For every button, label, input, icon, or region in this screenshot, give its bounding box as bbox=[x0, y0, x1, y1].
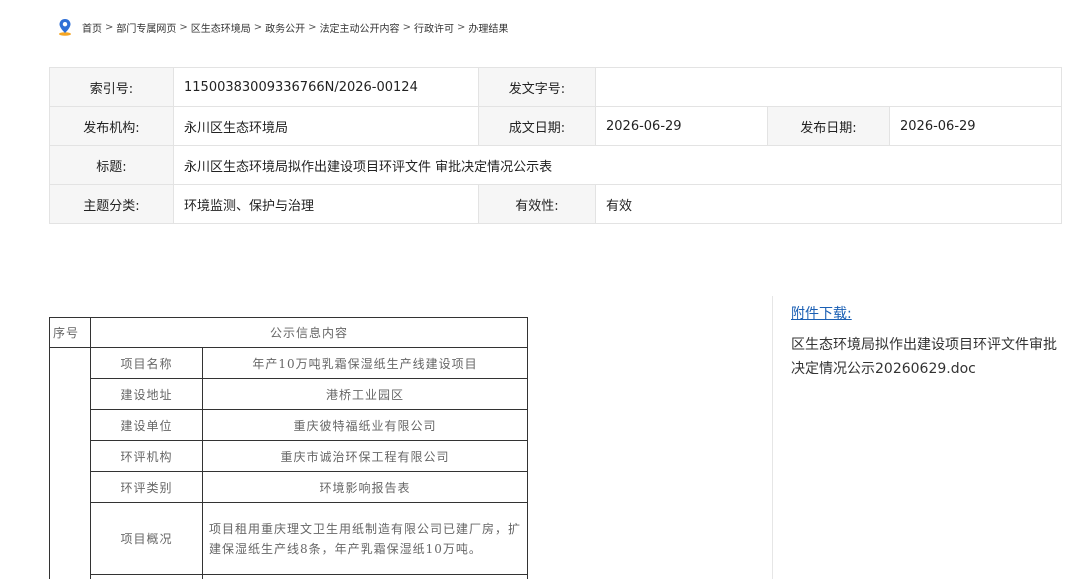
breadcrumb-separator: > bbox=[456, 21, 466, 33]
row-label: 建设单位 bbox=[90, 409, 203, 441]
row-value: 环境影响报告表 bbox=[201, 471, 529, 503]
table-row: 环评类别 环境影响报告表 bbox=[50, 471, 529, 503]
row-label: 环评类别 bbox=[90, 471, 203, 503]
content-header: 公示信息内容 bbox=[89, 317, 529, 348]
row-value bbox=[201, 574, 529, 579]
title-label: 标题: bbox=[49, 145, 174, 185]
row-label bbox=[90, 574, 203, 579]
meta-row-publisher: 发布机构: 永川区生态环境局 成文日期: 2026-06-29 发布日期: 20… bbox=[49, 106, 1062, 146]
location-pin-icon bbox=[59, 19, 71, 36]
attachment-panel: 附件下载: 区生态环境局拟作出建设项目环评文件审批决定情况公示20260629.… bbox=[791, 303, 1061, 381]
breadcrumb-department-pages[interactable]: 部门专属网页 bbox=[116, 20, 176, 35]
row-value: 重庆彼特福纸业有限公司 bbox=[201, 409, 529, 441]
title-value: 永川区生态环境局拟作出建设项目环评文件 审批决定情况公示表 bbox=[173, 145, 1062, 185]
row-value: 年产10万吨乳霜保湿纸生产线建设项目 bbox=[201, 347, 529, 379]
attachment-file-link[interactable]: 区生态环境局拟作出建设项目环评文件审批决定情况公示20260629.doc bbox=[791, 333, 1061, 381]
sequence-header: 序号 bbox=[49, 317, 91, 348]
notice-header-row: 序号 公示信息内容 bbox=[49, 317, 529, 348]
meta-row-title: 标题: 永川区生态环境局拟作出建设项目环评文件 审批决定情况公示表 bbox=[49, 145, 1062, 185]
breadcrumb: 首页 > 部门专属网页 > 区生态环境局 > 政务公开 > 法定主动公开内容 >… bbox=[58, 17, 508, 37]
table-row: 环评机构 重庆市诚治环保工程有限公司 bbox=[50, 440, 529, 472]
breadcrumb-eco-bureau[interactable]: 区生态环境局 bbox=[191, 20, 251, 35]
row-label: 环评机构 bbox=[90, 440, 203, 472]
row-label: 建设地址 bbox=[90, 378, 203, 410]
row-label: 项目概况 bbox=[90, 502, 203, 575]
table-row: 项目名称 年产10万吨乳霜保湿纸生产线建设项目 bbox=[49, 347, 529, 579]
publisher-label: 发布机构: bbox=[49, 106, 174, 146]
breadcrumb-statutory-content[interactable]: 法定主动公开内容 bbox=[320, 20, 400, 35]
table-row: 建设单位 重庆彼特福纸业有限公司 bbox=[50, 409, 529, 441]
sequence-cell bbox=[49, 347, 91, 579]
created-date-value: 2026-06-29 bbox=[595, 106, 768, 146]
table-row bbox=[50, 574, 529, 579]
created-date-label: 成文日期: bbox=[478, 106, 596, 146]
breadcrumb-separator: > bbox=[105, 21, 114, 33]
breadcrumb-separator: > bbox=[308, 21, 317, 33]
table-row: 项目概况 项目租用重庆理文卫生用纸制造有限公司已建厂房，扩建保湿纸生产线8条，年… bbox=[50, 502, 529, 575]
published-date-label: 发布日期: bbox=[767, 106, 890, 146]
breadcrumb-separator: > bbox=[179, 21, 188, 33]
table-row: 建设地址 港桥工业园区 bbox=[50, 378, 529, 410]
publisher-value: 永川区生态环境局 bbox=[173, 106, 479, 146]
public-notice-table: 序号 公示信息内容 项目名称 年产10万吨乳霜保湿纸生产线建设项目 建设地址 港… bbox=[49, 317, 529, 579]
meta-row-index: 索引号: 11500383009336766N/2026-00124 发文字号: bbox=[49, 67, 1062, 107]
published-date-value: 2026-06-29 bbox=[889, 106, 1062, 146]
document-number-value bbox=[595, 67, 1062, 107]
topic-value: 环境监测、保护与治理 bbox=[173, 184, 479, 224]
breadcrumb-separator: > bbox=[253, 21, 263, 33]
row-value: 重庆市诚治环保工程有限公司 bbox=[201, 440, 529, 472]
document-number-label: 发文字号: bbox=[478, 67, 596, 107]
row-value: 港桥工业园区 bbox=[201, 378, 529, 410]
validity-label: 有效性: bbox=[478, 184, 596, 224]
attachment-download-link[interactable]: 附件下载: bbox=[791, 303, 852, 323]
sidebar-divider bbox=[772, 296, 773, 579]
validity-value: 有效 bbox=[595, 184, 1062, 224]
meta-row-topic: 主题分类: 环境监测、保护与治理 有效性: 有效 bbox=[49, 184, 1062, 224]
breadcrumb-separator: > bbox=[402, 21, 411, 33]
row-label: 项目名称 bbox=[90, 347, 203, 379]
index-number-value: 11500383009336766N/2026-00124 bbox=[173, 67, 479, 107]
index-number-label: 索引号: bbox=[49, 67, 174, 107]
topic-label: 主题分类: bbox=[49, 184, 174, 224]
breadcrumb-results: 办理结果 bbox=[468, 23, 509, 35]
breadcrumb-home[interactable]: 首页 bbox=[82, 20, 102, 35]
row-value: 项目租用重庆理文卫生用纸制造有限公司已建厂房，扩建保湿纸生产线8条，年产乳霜保湿… bbox=[201, 502, 529, 575]
breadcrumb-gov-affairs[interactable]: 政务公开 bbox=[265, 20, 305, 35]
document-meta-table: 索引号: 11500383009336766N/2026-00124 发文字号:… bbox=[49, 67, 1062, 224]
breadcrumb-admin-license[interactable]: 行政许可 bbox=[414, 20, 454, 35]
